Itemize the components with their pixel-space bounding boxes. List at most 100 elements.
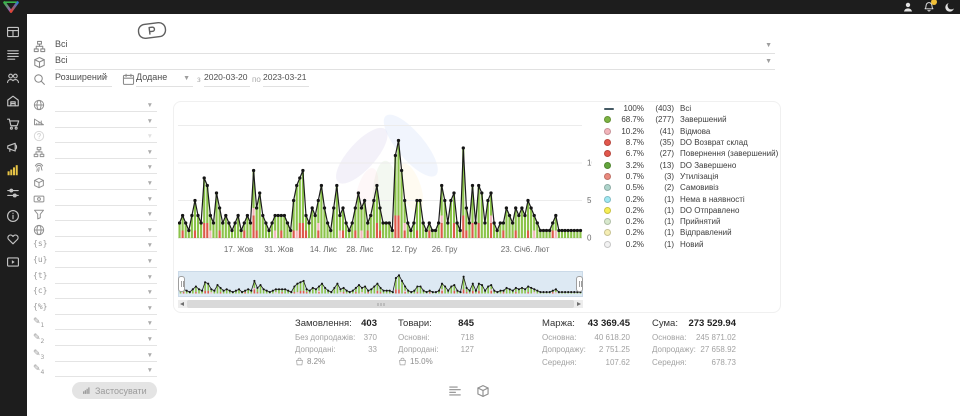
legend-pct: 68.7% [616, 115, 644, 124]
brush-handle-left[interactable] [178, 276, 185, 292]
brand-logo-icon[interactable] [3, 1, 19, 13]
filter-select-15[interactable]: ▼ [55, 333, 157, 346]
upsell-percent-row: 15.0% [398, 357, 474, 366]
package-view-icon[interactable] [476, 384, 490, 398]
warehouse-icon [6, 94, 21, 108]
sidebar-item-marketing[interactable] [6, 140, 21, 154]
legend-item-12[interactable]: 0.2%(1)Новий [604, 239, 780, 250]
bag-icon [295, 357, 304, 366]
legend-item-3[interactable]: 8.7%(35)DO Возврат склад [604, 137, 780, 148]
filter-row-8: ▼ [33, 223, 159, 239]
legend-label: Відмова [680, 127, 710, 136]
list-view-icon[interactable] [448, 384, 462, 398]
token-s-icon: {s} [33, 239, 47, 248]
legend-item-11[interactable]: 0.2%(1)Відправлений [604, 227, 780, 238]
channel-filter-select[interactable]: Всі ▼ [55, 39, 775, 54]
legend-item-2[interactable]: 10.2%(41)Відмова [604, 126, 780, 137]
stat-sub-row: Допродані:33 [295, 345, 377, 354]
stat-title: Замовлення: [295, 318, 352, 329]
svg-text:17. Жов: 17. Жов [224, 245, 253, 254]
search-mode-select[interactable]: Розширений ▼ [55, 72, 112, 87]
filter-select-10[interactable]: ▼ [55, 255, 157, 268]
filter-select-7[interactable]: ▼ [55, 208, 157, 221]
date-field-value: Додане [136, 72, 167, 82]
category-tree-icon [33, 40, 46, 53]
product-filter-select[interactable]: Всі ▼ [55, 55, 775, 70]
apply-button[interactable]: Застосувати [72, 382, 157, 399]
filter-select-11[interactable]: ▼ [55, 271, 157, 284]
legend-count: (3) [644, 172, 674, 181]
sidebar-item-warehouse[interactable] [6, 94, 21, 108]
legend-item-7[interactable]: 0.5%(2)Самовивіз [604, 182, 780, 193]
filter-select-2[interactable]: ▼ [55, 130, 157, 143]
legend-label: Всі [680, 104, 691, 113]
scrollbar-thumb[interactable] [187, 300, 574, 308]
chevron-down-icon: ▼ [147, 102, 153, 109]
stat-title-row: Замовлення: 403 [295, 318, 377, 329]
stat-value: 845 [458, 318, 474, 329]
filter-select-12[interactable]: ▼ [55, 286, 157, 299]
legend-dot-swatch [604, 162, 611, 169]
chart-scrollbar[interactable] [178, 300, 583, 308]
sidebar-item-statistics[interactable] [6, 163, 21, 177]
filter-select-8[interactable]: ▼ [55, 224, 157, 237]
legend-item-8[interactable]: 0.2%(1)Нема в наявності [604, 193, 780, 204]
legend-label: Завершений [680, 115, 727, 124]
reports-presentation-icon[interactable] [136, 20, 168, 41]
date-to-input[interactable]: 2023-03-21 [263, 72, 309, 87]
chevron-down-icon: ▼ [765, 42, 772, 49]
brush-handle-right[interactable] [576, 276, 583, 292]
filter-select-16[interactable]: ▼ [55, 349, 157, 362]
scroll-right-arrow-icon[interactable] [577, 302, 581, 306]
stat-sub-row: Середня:678.73 [652, 358, 736, 367]
mini-navigator[interactable] [178, 271, 583, 297]
filter-select-3[interactable]: ▼ [55, 146, 157, 159]
info-icon [6, 209, 21, 223]
sidebar-item-cart[interactable] [6, 117, 21, 131]
sidebar-item-customers[interactable] [6, 71, 21, 85]
sidebar-item-info[interactable] [6, 209, 21, 223]
chevron-down-icon: ▼ [147, 242, 153, 249]
sidebar-item-dashboard[interactable] [6, 25, 21, 39]
profile-icon[interactable] [902, 1, 914, 13]
stat-column-1: Товари:845Основні:718Допродані:12715.0% [398, 318, 474, 366]
legend-item-5[interactable]: 3.2%(13)DO Завершено [604, 159, 780, 170]
filter-select-6[interactable]: ▼ [55, 193, 157, 206]
filter-select-17[interactable]: ▼ [55, 364, 157, 377]
chevron-down-icon: ▼ [147, 227, 153, 234]
legend-item-1[interactable]: 68.7%(277)Завершений [604, 114, 780, 125]
legend-item-9[interactable]: 0.2%(1)DO Отправлено [604, 205, 780, 216]
legend-item-10[interactable]: 0.2%(1)Прийнятий [604, 216, 780, 227]
filter-select-5[interactable]: ▼ [55, 177, 157, 190]
sidebar-item-settings[interactable] [6, 186, 21, 200]
stat-value: 403 [361, 318, 377, 329]
filter-select-0[interactable]: ▼ [55, 99, 157, 112]
stat-column-0: Замовлення:403Без допродажів:370Допродан… [295, 318, 377, 366]
globe-icon [33, 99, 45, 111]
filter-row-0: ▼ [33, 98, 159, 114]
filter-select-1[interactable]: ▼ [55, 115, 157, 128]
date-from-input[interactable]: 2020-03-20 [204, 72, 250, 87]
scroll-left-arrow-icon[interactable] [180, 302, 184, 306]
chevron-down-icon: ▼ [147, 305, 153, 312]
filter-select-4[interactable]: ▼ [55, 161, 157, 174]
chevron-down-icon: ▼ [147, 164, 153, 171]
filter-select-13[interactable]: ▼ [55, 302, 157, 315]
sidebar-item-orders[interactable] [6, 48, 21, 62]
sidebar-item-partners[interactable] [6, 232, 21, 246]
main-chart[interactable]: 051017. Жов31. Жов14. Лис28. Лис12. Гру2… [178, 99, 592, 259]
legend-item-6[interactable]: 0.7%(3)Утилізація [604, 171, 780, 182]
theme-moon-icon[interactable] [944, 1, 956, 13]
date-field-select[interactable]: Додане ▼ [136, 72, 193, 87]
legend-pct: 0.2% [616, 240, 644, 249]
legend-item-0[interactable]: 100%(403)Всі [604, 103, 780, 114]
notifications-bell-icon[interactable] [923, 1, 935, 13]
stat-sub-row: Середня:107.62 [542, 358, 630, 367]
sidebar-item-video[interactable] [6, 255, 21, 269]
filter-row-5: ▼ [33, 176, 159, 192]
legend-label: Нема в наявності [680, 195, 745, 204]
filter-select-9[interactable]: ▼ [55, 239, 157, 252]
legend-item-4[interactable]: 6.7%(27)Повернення (завершений) [604, 148, 780, 159]
legend-count: (1) [644, 206, 674, 215]
filter-select-14[interactable]: ▼ [55, 317, 157, 330]
